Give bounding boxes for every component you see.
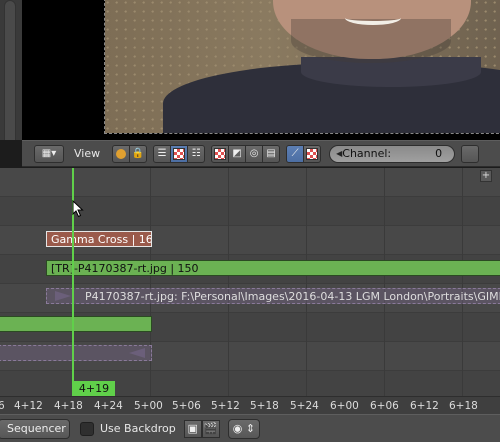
preview-image-smile (345, 11, 401, 25)
channel-label: Channel: (342, 147, 392, 160)
display-channel-group: ◩ ◎ ▤ (211, 144, 281, 163)
overlay-icon[interactable]: ⟋ (286, 144, 305, 163)
grid-line (306, 168, 307, 396)
zebra-icon[interactable]: ◩ (228, 144, 247, 163)
editor-type-icon[interactable]: ▦▾ (34, 144, 64, 163)
ruler-tick: 4+18 (54, 400, 83, 412)
histogram-icon[interactable]: ▤ (262, 144, 281, 163)
sequencer-preview[interactable] (0, 0, 500, 140)
ruler-tick: 5+06 (172, 400, 201, 412)
frame-ruler[interactable]: 6 4+12 4+18 4+24 5+00 5+06 5+12 5+18 5+2… (0, 396, 500, 414)
current-frame-badge[interactable]: 4+19 (73, 381, 115, 397)
display-mode-icon[interactable] (170, 144, 189, 163)
grid-line (462, 168, 463, 396)
editor-mode-dropdown[interactable]: Sequencer (0, 418, 70, 439)
ruler-tick: 6+12 (410, 400, 439, 412)
view-type-icon[interactable]: ☰ (153, 144, 172, 163)
sequencer-header: Sequencer Use Backdrop ▣ 🎬 ◉ ⇕ (0, 414, 500, 442)
ruler-tick: 6+06 (370, 400, 399, 412)
preview-header: ▦▾ View 🔒 ☰ ☷ ◩ ◎ ▤ ⟋ ◀ Channel: 0 (22, 140, 500, 167)
grid-line (228, 168, 229, 396)
channel-icon[interactable]: ☷ (187, 144, 206, 163)
view-type-group: ☰ ☷ (153, 144, 206, 163)
channel-field[interactable]: ◀ Channel: 0 (329, 144, 456, 163)
render-still-icon[interactable]: ▣ (183, 419, 202, 438)
image-strip-ghost-label: P4170387-rt.jpg: F:\Personal\Images\2016… (85, 290, 500, 303)
use-backdrop-label: Use Backdrop (100, 422, 176, 435)
ruler-tick: 6+00 (330, 400, 359, 412)
arrow-left-icon (129, 348, 145, 358)
preview-scrollbar[interactable] (4, 0, 16, 140)
channel-value: 0 (435, 147, 443, 160)
proxy-icon[interactable] (303, 144, 322, 163)
image-strip-ghost[interactable]: P4170387-rt.jpg: F:\Personal\Images\2016… (46, 288, 500, 304)
ruler-tick: 5+24 (290, 400, 319, 412)
channel-row (0, 168, 500, 197)
use-backdrop-checkbox[interactable] (80, 421, 94, 436)
overlay-type-icon[interactable]: ◉ ⇕ (227, 418, 261, 439)
ruler-tick: 4+24 (94, 400, 123, 412)
plus-icon[interactable]: + (480, 170, 492, 182)
ruler-tick: 5+12 (211, 400, 240, 412)
gamma-cross-strip[interactable]: Gamma Cross | 16 (46, 231, 152, 247)
pivot-icon[interactable] (112, 144, 131, 163)
preview-image-beard (291, 19, 451, 63)
preview-frame (104, 0, 500, 134)
grid-line (384, 168, 385, 396)
ruler-tick: 6 (0, 400, 5, 412)
scope-icon[interactable]: ◎ (245, 144, 264, 163)
lock-icon[interactable]: 🔒 (129, 144, 148, 163)
ruler-tick: 5+18 (250, 400, 279, 412)
overlay-group: ⟋ (286, 144, 322, 163)
arrow-right-icon (55, 291, 71, 301)
image-strip-left[interactable] (0, 316, 152, 332)
grid-line (150, 168, 151, 396)
overflow-icon[interactable] (461, 144, 480, 163)
ruler-tick: 5+00 (134, 400, 163, 412)
ruler-tick: 4+12 (14, 400, 43, 412)
pivot-group: 🔒 (112, 144, 148, 163)
image-strip-left-ghost[interactable] (0, 345, 152, 361)
image-strip[interactable]: [TR]-P4170387-rt.jpg | 150 (46, 260, 500, 276)
render-anim-icon[interactable]: 🎬 (201, 419, 220, 438)
view-menu[interactable]: View (74, 147, 100, 160)
ruler-tick: 6+18 (449, 400, 478, 412)
mouse-cursor-icon (72, 200, 84, 218)
checker-icon[interactable] (211, 144, 230, 163)
